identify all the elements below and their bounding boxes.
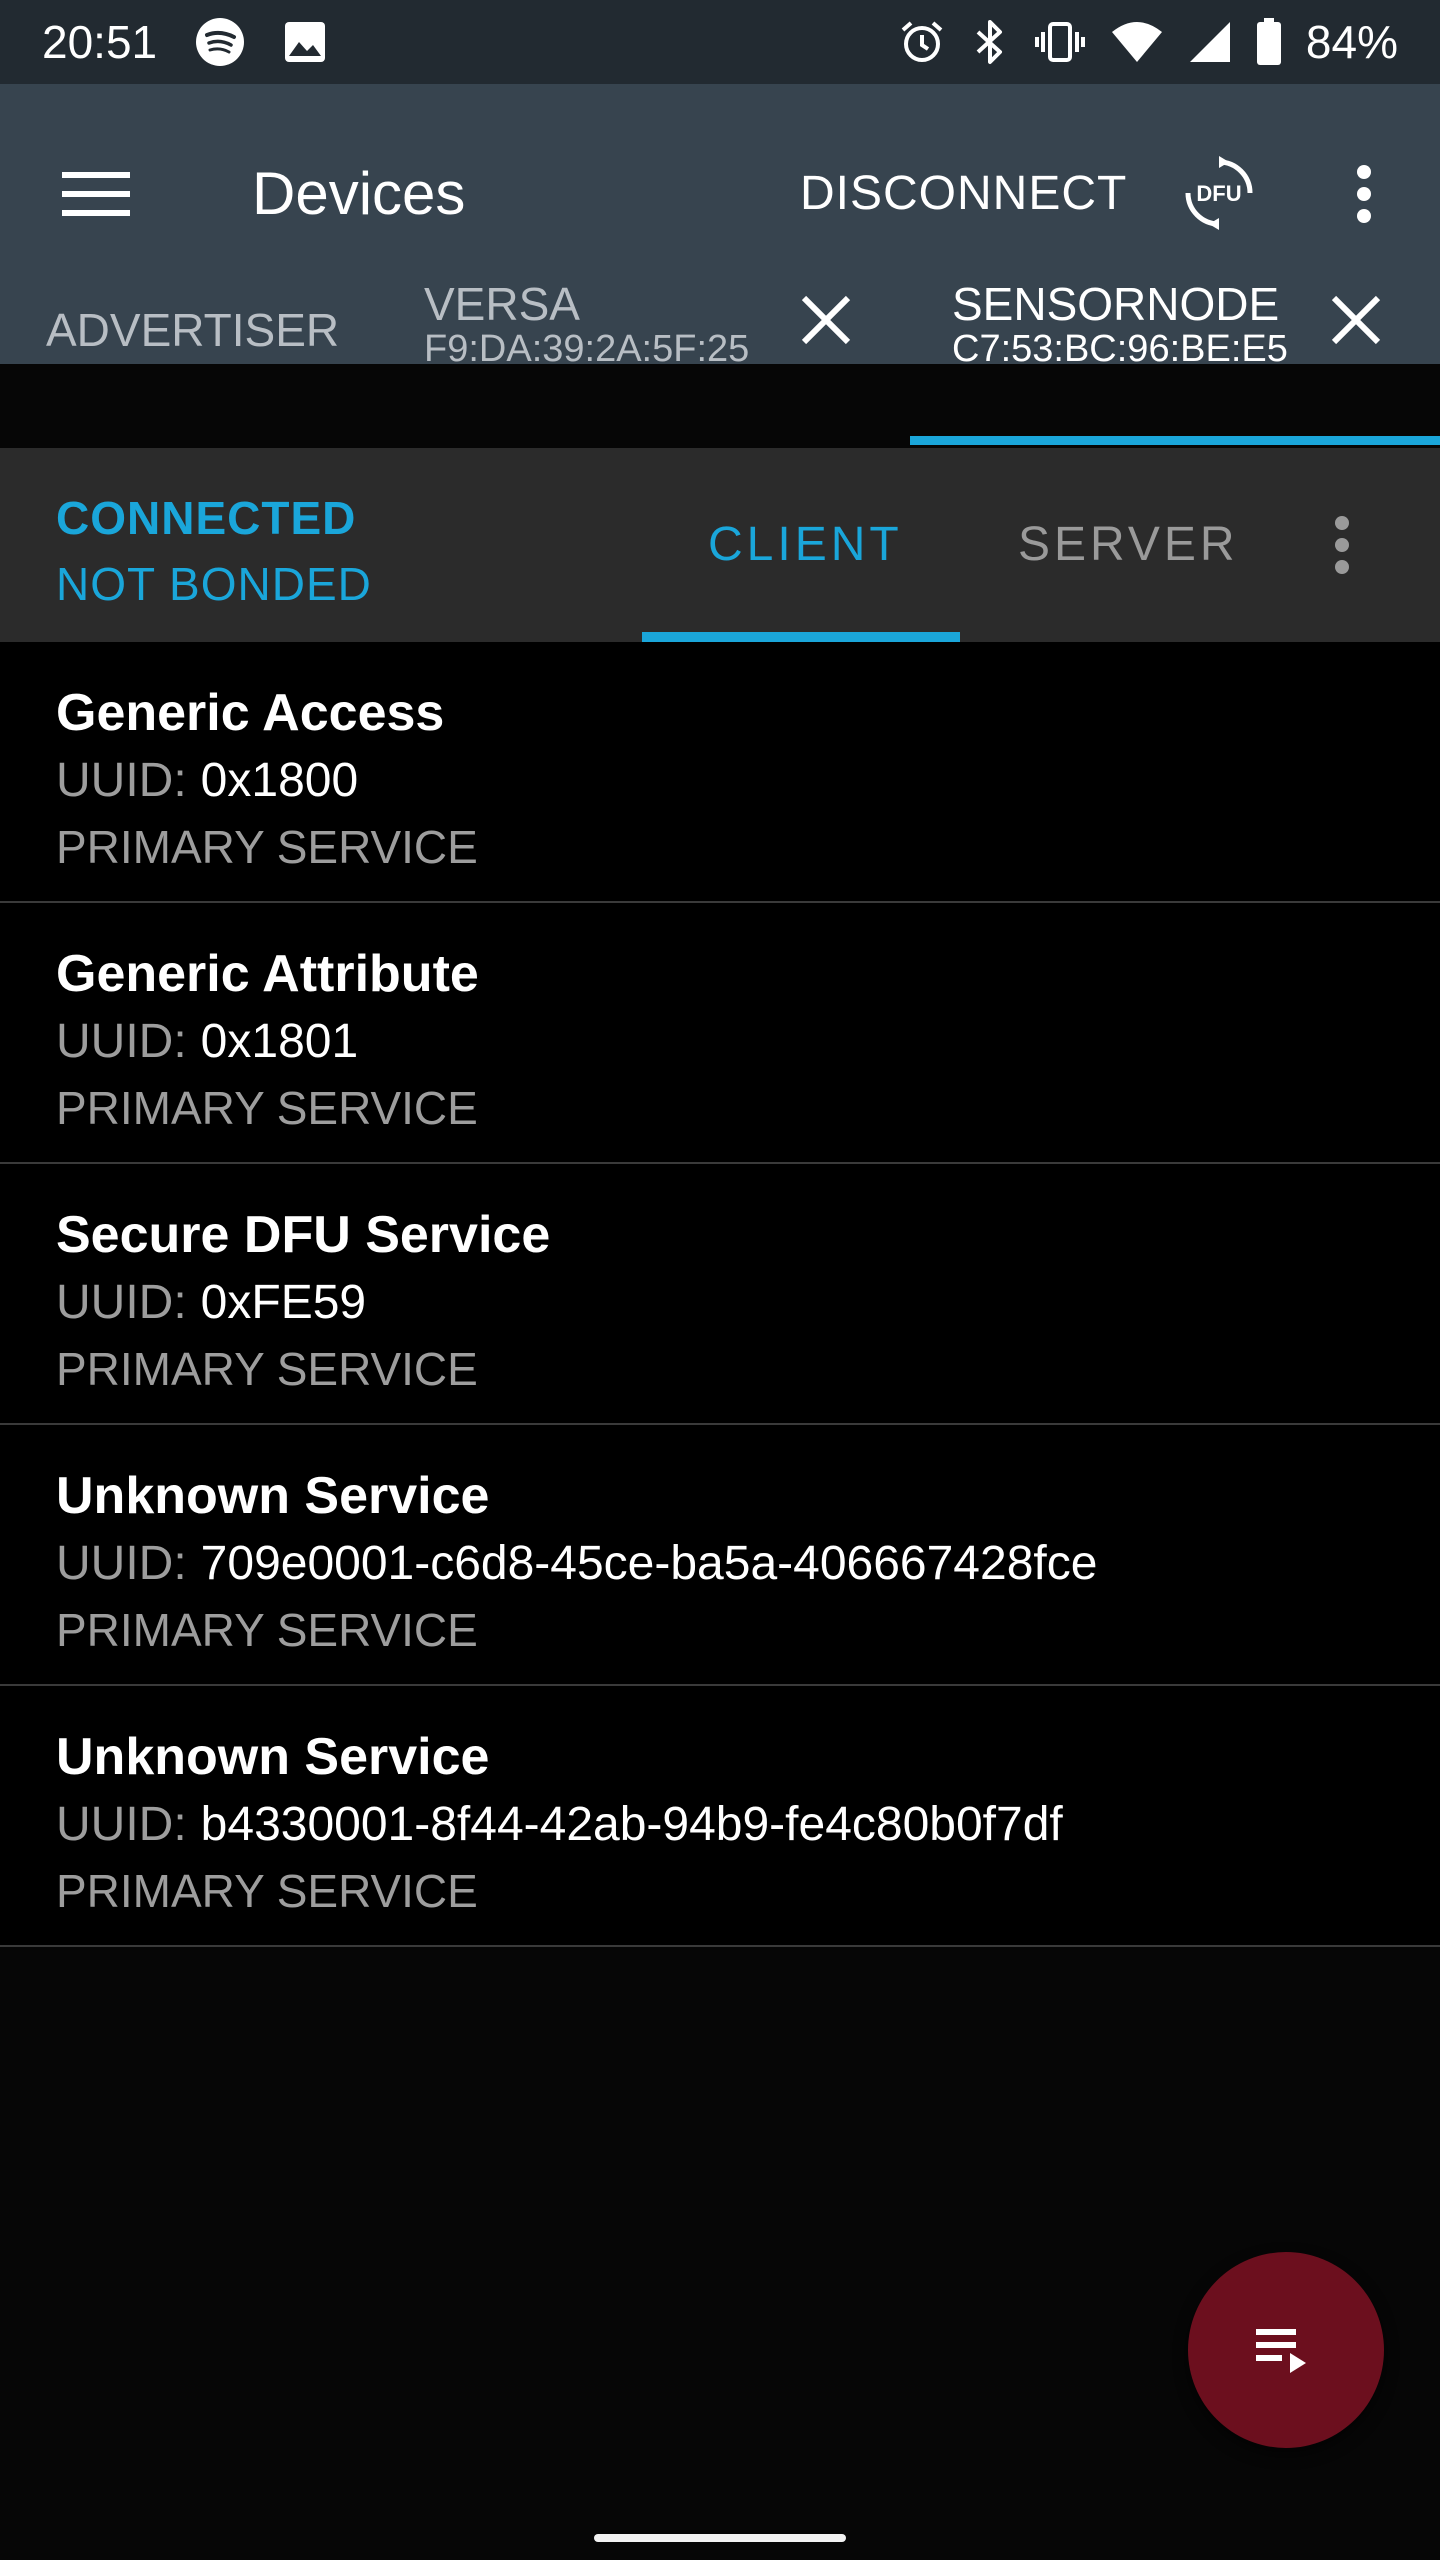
menu-button[interactable]: [52, 150, 140, 238]
service-type: PRIMARY SERVICE: [56, 1604, 478, 1656]
status-time: 20:51: [42, 16, 158, 68]
tab-device-versa[interactable]: VERSA F9:DA:39:2A:5F:25: [424, 278, 749, 370]
status-bar: 20:51 84%: [0, 0, 1440, 84]
service-type: PRIMARY SERVICE: [56, 821, 478, 873]
page-title: Devices: [252, 160, 466, 227]
more-vert-icon: [1357, 165, 1371, 223]
uuid-label: UUID:: [56, 1276, 187, 1329]
service-name: Unknown Service: [56, 1467, 490, 1525]
list-item[interactable]: Generic Access UUID: 0x1800 PRIMARY SERVI…: [0, 642, 1440, 903]
connection-state: CONNECTED: [56, 492, 357, 544]
dfu-icon: DFU: [1185, 156, 1253, 230]
service-type: PRIMARY SERVICE: [56, 1082, 478, 1134]
vibrate-icon: [1034, 18, 1086, 66]
client-tab-indicator: [642, 632, 960, 642]
dfu-icon-label: DFU: [1196, 181, 1241, 206]
hamburger-icon: [62, 172, 130, 216]
uuid-label: UUID:: [56, 1015, 187, 1068]
service-name: Secure DFU Service: [56, 1206, 551, 1264]
device-tab-address: C7:53:BC:96:BE:E5: [952, 328, 1288, 370]
service-uuid-row: UUID: 0x1800: [56, 752, 1384, 810]
log-fab-button[interactable]: [1188, 2252, 1384, 2448]
service-uuid: 0xFE59: [200, 1276, 367, 1329]
battery-icon: [1256, 18, 1282, 66]
bond-state: NOT BONDED: [56, 558, 372, 610]
list-item[interactable]: Unknown Service UUID: b4330001-8f44-42ab-…: [0, 1686, 1440, 1947]
navigation-bar: [0, 2500, 1440, 2560]
service-name: Generic Attribute: [56, 945, 479, 1003]
uuid-label: UUID:: [56, 754, 187, 807]
services-list: Generic Access UUID: 0x1800 PRIMARY SERVI…: [0, 642, 1440, 1947]
uuid-label: UUID:: [56, 1798, 187, 1851]
home-handle[interactable]: [594, 2534, 846, 2542]
device-tabs: ADVERTISER VERSA F9:DA:39:2A:5F:25 SENSO…: [0, 280, 1440, 370]
service-name: Unknown Service: [56, 1728, 490, 1786]
overflow-menu-button[interactable]: [1334, 150, 1394, 238]
uuid-label: UUID:: [56, 1537, 187, 1590]
device-tab-name: SENSORNODE: [952, 278, 1280, 330]
close-icon: [801, 295, 851, 345]
active-device-tab-indicator: [910, 436, 1440, 445]
list-item[interactable]: Unknown Service UUID: 709e0001-c6d8-45ce-…: [0, 1425, 1440, 1686]
close-sensornode-button[interactable]: [1320, 284, 1392, 356]
dfu-button[interactable]: DFU: [1172, 146, 1266, 240]
service-type: PRIMARY SERVICE: [56, 1865, 478, 1917]
playlist-play-icon: [1256, 2329, 1306, 2373]
image-icon: [283, 20, 327, 64]
service-uuid: 0x1800: [200, 754, 359, 807]
device-tab-address: F9:DA:39:2A:5F:25: [424, 328, 750, 370]
spotify-icon: [195, 17, 245, 67]
app-bar: Devices DISCONNECT DFU ADVERTISER VERSA …: [0, 84, 1440, 370]
list-item[interactable]: Secure DFU Service UUID: 0xFE59 PRIMARY S…: [0, 1164, 1440, 1425]
service-uuid: 709e0001-c6d8-45ce-ba5a-406667428fce: [200, 1537, 1098, 1590]
close-icon: [1331, 295, 1381, 345]
service-uuid-row: UUID: 709e0001-c6d8-45ce-ba5a-406667428fc…: [56, 1535, 1384, 1593]
disconnect-button[interactable]: DISCONNECT: [800, 150, 1127, 238]
close-versa-button[interactable]: [790, 284, 862, 356]
device-tab-name: VERSA: [424, 278, 580, 330]
list-item[interactable]: Generic Attribute UUID: 0x1801 PRIMARY SE…: [0, 903, 1440, 1164]
connection-bar: CONNECTED NOT BONDED CLIENT SERVER: [0, 448, 1440, 642]
more-vert-icon: [1335, 516, 1349, 574]
wifi-icon: [1110, 20, 1164, 64]
tab-client[interactable]: CLIENT: [708, 514, 903, 576]
connection-overflow-button[interactable]: [1322, 512, 1362, 578]
service-uuid-row: UUID: 0xFE59: [56, 1274, 1384, 1332]
service-uuid: b4330001-8f44-42ab-94b9-fe4c80b0f7df: [200, 1798, 1063, 1851]
alarm-icon: [898, 18, 946, 66]
service-uuid-row: UUID: 0x1801: [56, 1013, 1384, 1071]
service-uuid: 0x1801: [200, 1015, 359, 1068]
service-type: PRIMARY SERVICE: [56, 1343, 478, 1395]
toolbar: Devices DISCONNECT DFU: [0, 84, 1440, 284]
bluetooth-icon: [970, 18, 1010, 66]
battery-percent: 84%: [1305, 16, 1398, 68]
service-uuid-row: UUID: b4330001-8f44-42ab-94b9-fe4c80b0f7d…: [56, 1796, 1384, 1854]
screen: 20:51 84% Devices DISCONNECT DFU ADVERTI…: [0, 0, 1440, 2560]
signal-icon: [1188, 20, 1232, 64]
tab-device-sensornode[interactable]: SENSORNODE C7:53:BC:96:BE:E5: [952, 278, 1288, 370]
service-name: Generic Access: [56, 684, 445, 742]
tab-advertiser[interactable]: ADVERTISER: [46, 306, 339, 354]
tab-server[interactable]: SERVER: [1018, 514, 1239, 576]
